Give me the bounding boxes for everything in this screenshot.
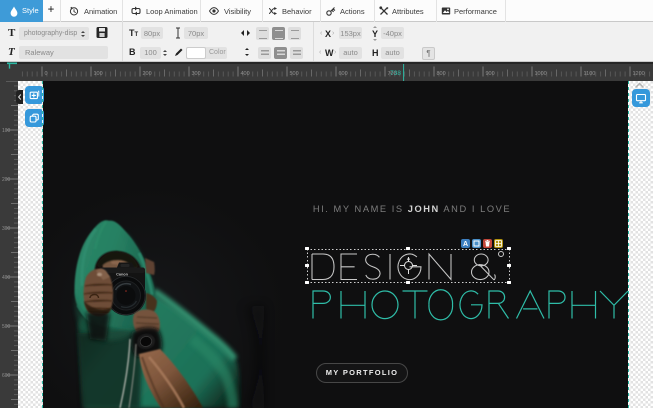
svg-text:500: 500 [2,324,11,330]
svg-text:600: 600 [2,373,11,379]
svg-text:0: 0 [45,71,48,77]
svg-text:300: 300 [2,226,11,232]
svg-text:1100: 1100 [584,71,596,77]
svg-text:300: 300 [192,71,201,77]
svg-text:400: 400 [2,275,11,281]
svg-text:200: 200 [143,71,152,77]
svg-text:100: 100 [94,71,103,77]
svg-text:1000: 1000 [535,71,547,77]
svg-text:900: 900 [486,71,495,77]
svg-text:600: 600 [339,71,348,77]
svg-text:500: 500 [290,71,299,77]
svg-text:A: A [462,241,467,248]
svg-text:738: 738 [390,70,401,77]
svg-text:200: 200 [2,177,11,183]
svg-text:400: 400 [241,71,250,77]
svg-text:100: 100 [2,128,11,134]
svg-text:800: 800 [437,71,446,77]
